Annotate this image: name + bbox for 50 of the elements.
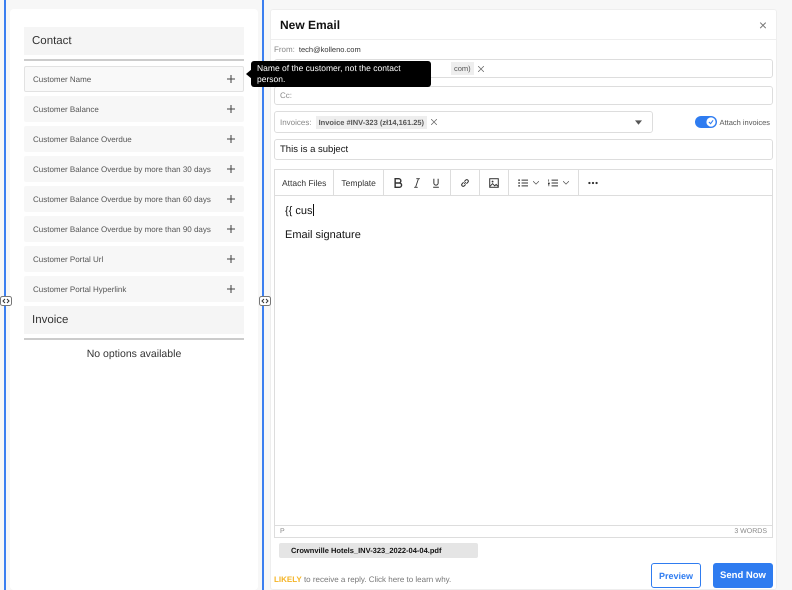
tooltip-arrow [246,69,252,79]
field-label: Cc: [280,91,292,100]
plus-icon [227,165,235,173]
bullet-list-icon[interactable] [518,178,528,188]
numbered-list-icon[interactable] [548,178,558,188]
dropdown-icon[interactable] [635,120,642,124]
plus-icon [227,255,235,263]
bold-icon[interactable] [392,178,403,188]
field-label: Invoices: [280,118,312,126]
variable-item[interactable]: Customer Name [24,66,244,92]
collapse-icon[interactable] [0,296,12,306]
italic-icon[interactable] [412,178,422,188]
variable-item[interactable]: Customer Portal Hyperlink [24,276,244,302]
body-text: {{ cus [285,204,315,217]
caret-icon[interactable] [562,180,569,184]
group-header: Contact [24,27,244,55]
subject-field[interactable]: This is a subject [274,139,773,160]
editor-body[interactable]: {{ cus Email signature [275,196,772,525]
variable-item[interactable]: Customer Balance Overdue [24,126,244,152]
plus-icon [227,105,235,113]
variable-item[interactable]: Customer Balance [24,96,244,122]
link-icon[interactable] [460,178,470,188]
likelihood-text[interactable]: to receive a reply. Click here to learn why. [304,575,452,584]
window-title: New Email [280,18,340,32]
close-button[interactable]: × [758,16,767,32]
image-icon[interactable] [488,178,499,188]
group-header: Invoice [24,306,244,334]
empty-text: No options available [86,348,182,360]
toggle-switch[interactable] [694,116,717,128]
toolbar-button[interactable]: Template [334,170,384,195]
plus-icon [227,135,235,143]
plus-icon [227,285,235,293]
send-button[interactable]: Send Now [713,563,773,588]
plus-icon [227,75,235,83]
field-label: From: [274,45,295,54]
variable-item[interactable]: Customer Balance Overdue by more than 60 days [24,186,244,212]
body-text: Email signature [285,229,362,241]
remove-icon[interactable] [478,66,484,72]
likelihood-label: LIKELY [274,575,302,584]
collapse-icon[interactable] [259,296,271,306]
plus-icon [227,195,235,203]
preview-button[interactable]: Preview [651,563,701,588]
toolbar-button[interactable]: Attach Files [275,170,334,195]
underline-icon[interactable] [430,178,441,188]
variable-item[interactable]: Customer Balance Overdue by more than 30 days [24,156,244,182]
remove-icon[interactable] [431,119,438,125]
variable-item[interactable]: Customer Portal Url [24,246,244,272]
plus-icon [227,225,235,233]
variable-item[interactable]: Customer Balance Overdue by more than 90 days [24,216,244,242]
caret-icon[interactable] [532,180,539,184]
